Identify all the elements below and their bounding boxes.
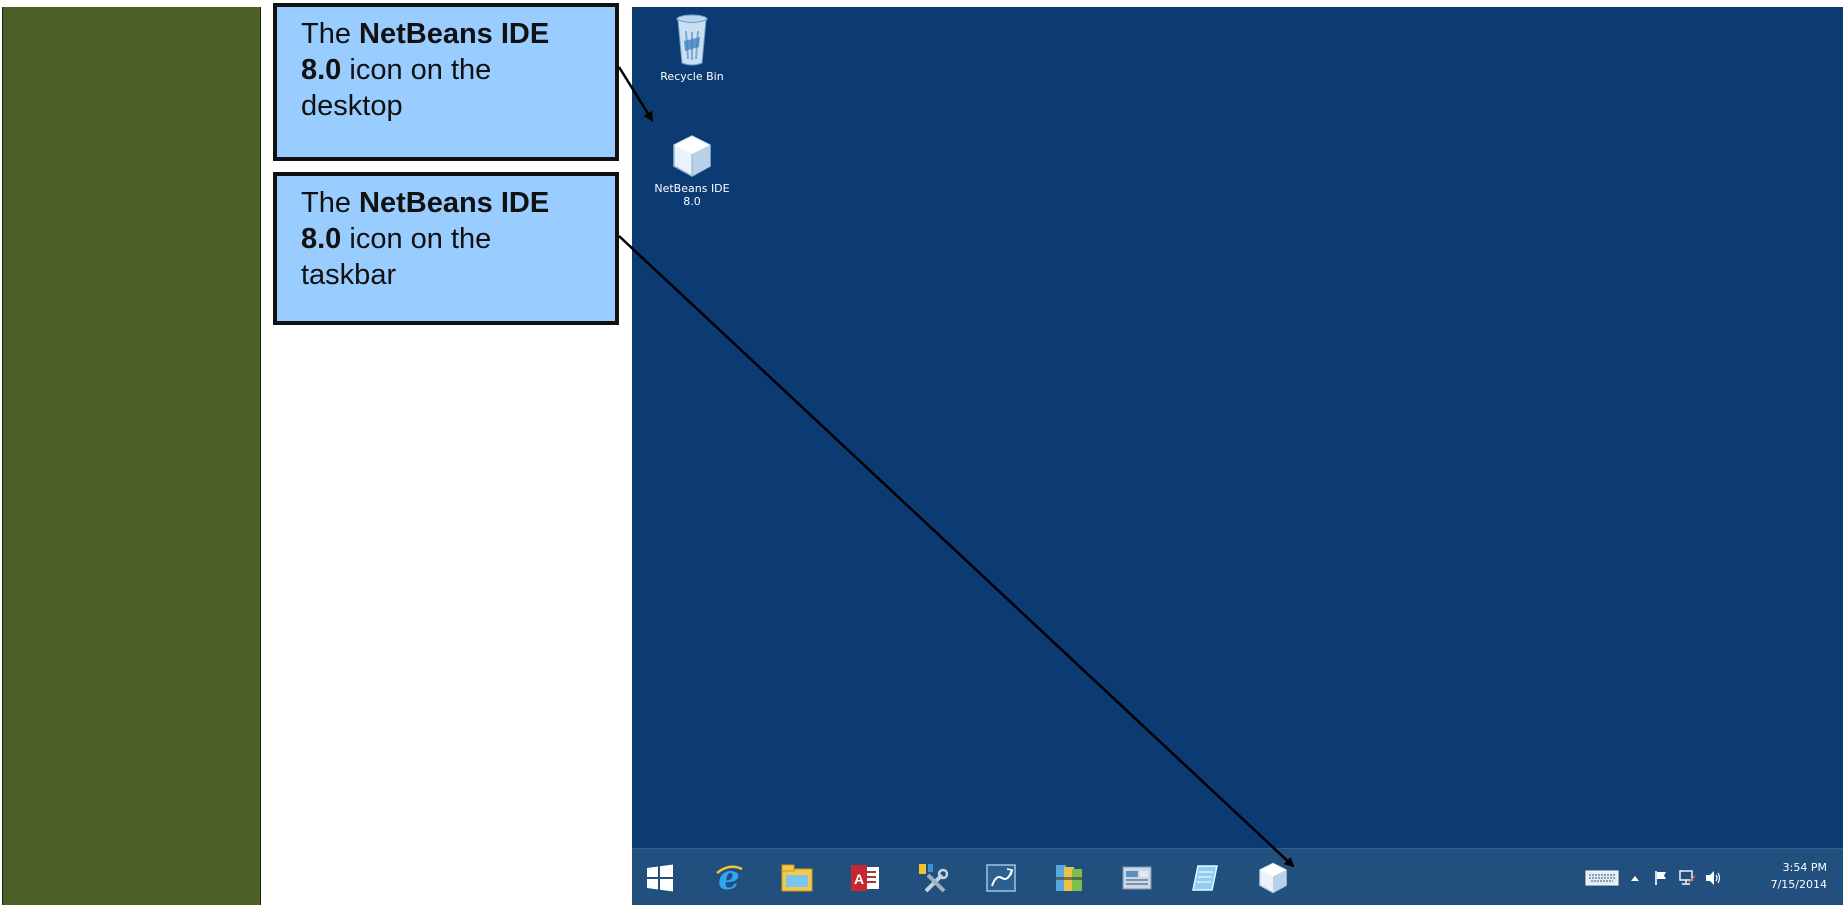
windows-start-icon [647,864,673,892]
clock-date: 7/15/2014 [1770,878,1827,891]
taskbar-internet-explorer[interactable]: e [706,859,752,897]
callout-taskbar-icon: The NetBeans IDE 8.0 icon on the taskbar [273,172,619,325]
desktop-icon-label: NetBeans IDE 8.0 [654,182,730,208]
slide: The NetBeans IDE 8.0 icon on the desktop T… [0,0,1845,905]
callout-text: The NetBeans IDE 8.0 icon on the desktop [301,18,550,122]
taskbar-archive[interactable] [1046,859,1092,897]
taskbar-file-explorer[interactable] [774,859,820,897]
taskbar-notepad[interactable] [1182,859,1228,897]
keyboard-icon[interactable] [1583,869,1621,887]
archive-icon [1056,865,1082,891]
show-hidden-icons-icon[interactable] [1627,869,1643,887]
taskbar-access[interactable]: A [842,859,888,897]
tools-icon [919,864,949,893]
taskbar-start-button[interactable] [637,859,683,897]
access-icon: A [851,865,879,891]
netbeans-icon [1259,862,1287,894]
taskbar-tools[interactable] [910,859,956,897]
taskbar-clock[interactable]: 3:54 PM 7/15/2014 [1771,859,1827,893]
taskbar-netbeans[interactable] [1250,859,1296,897]
desktop-icon-netbeans[interactable]: NetBeans IDE 8.0 [642,133,742,208]
recycle-bin-icon [676,14,708,66]
system-tray: 3:54 PM 7/15/2014 [1583,849,1843,905]
callout-text: The NetBeans IDE 8.0 icon on the taskbar [301,187,550,291]
control-panel-icon [1122,866,1152,890]
mysql-workbench-icon [986,864,1016,892]
side-panel [2,7,261,905]
desktop-icon-recycle-bin[interactable]: Recycle Bin [642,11,742,83]
internet-explorer-icon: e [716,861,743,895]
action-center-flag-icon[interactable] [1651,869,1671,887]
svg-text:A: A [854,871,864,887]
callout-desktop-icon: The NetBeans IDE 8.0 icon on the desktop [273,3,619,161]
file-explorer-icon [781,864,813,892]
network-icon[interactable] [1677,869,1697,887]
taskbar-mysql-workbench[interactable] [978,859,1024,897]
clock-time: 3:54 PM [1782,861,1827,874]
windows-desktop[interactable]: Recycle Bin NetBeans IDE 8.0 e A 3:54 PM… [632,7,1843,905]
notepad-icon [1192,865,1218,891]
taskbar: e A 3:54 PM 7/15/2014 [632,848,1843,905]
desktop-icon-label: Recycle Bin [660,70,724,83]
volume-icon[interactable] [1703,869,1723,887]
taskbar-control-panel[interactable] [1114,859,1160,897]
netbeans-icon [673,135,711,177]
